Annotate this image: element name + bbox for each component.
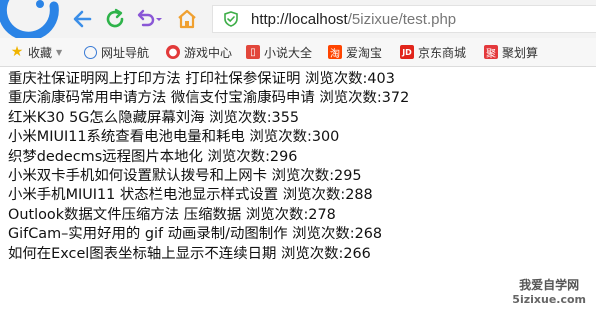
views-label: 浏览次数: xyxy=(207,148,270,165)
article-title: 重庆渝康码常用申请方法 微信支付宝渝康码申请 xyxy=(8,90,315,107)
views-count: 278 xyxy=(308,206,336,223)
bookmark-favorites[interactable]: ★ 收藏 ▼ xyxy=(10,43,62,61)
back-arrow-icon[interactable] xyxy=(70,7,94,31)
article-title: 小米手机MIUI11 状态栏电池显示样式设置 xyxy=(8,187,279,204)
browser-toolbar: http://localhost/5izixue/test.php xyxy=(0,0,596,41)
taobao-icon: 淘 xyxy=(328,45,342,60)
views-count: 355 xyxy=(271,109,300,126)
bookmark-web-nav[interactable]: 网址导航 xyxy=(84,43,149,61)
undo-close-tab-icon[interactable] xyxy=(134,7,164,31)
article-title: 红米K30 5G怎么隐藏屏幕刘海 xyxy=(8,109,205,126)
views-label: 浏览次数: xyxy=(249,129,312,146)
views-label: 浏览次数: xyxy=(271,168,335,185)
views-count: 288 xyxy=(345,187,373,204)
bookmark-taobao[interactable]: 淘 爱淘宝 xyxy=(328,43,382,61)
article-line: 红米K30 5G怎么隐藏屏幕刘海 浏览次数:355 xyxy=(8,109,409,128)
article-title: 重庆社保证明网上打印方法 打印社保参保证明 xyxy=(8,71,301,87)
views-label: 浏览次数: xyxy=(209,109,272,126)
watermark-domain: 5izixue.com xyxy=(512,293,586,306)
globe-icon xyxy=(84,45,97,59)
url-text[interactable]: http://localhost/5izixue/test.php xyxy=(251,11,456,28)
article-title: GifCam–实用好用的 gif 动画录制/动图制作 xyxy=(8,226,288,243)
bookmark-label: 小说大全 xyxy=(264,45,313,60)
views-count: 266 xyxy=(343,245,371,262)
bookmark-label: 京东商城 xyxy=(418,45,467,60)
article-title: 小米MIUI11系统查看电池电量和耗电 xyxy=(8,129,245,146)
views-count: 372 xyxy=(381,90,410,107)
article-line: 如何在Excel图表坐标轴上显示不连续日期 浏览次数:266 xyxy=(8,245,409,264)
views-label: 浏览次数: xyxy=(245,206,309,223)
article-line: 小米MIUI11系统查看电池电量和耗电 浏览次数:300 xyxy=(8,128,409,147)
article-line: GifCam–实用好用的 gif 动画录制/动图制作 浏览次数:268 xyxy=(8,225,409,244)
site-watermark: 我爱自学网 5izixue.com xyxy=(512,278,586,307)
juhuasuan-icon: 聚 xyxy=(484,45,498,60)
views-label: 浏览次数: xyxy=(280,245,344,262)
watermark-title: 我爱自学网 xyxy=(519,278,580,292)
bookmark-label: 收藏 xyxy=(28,45,53,60)
chevron-down-icon: ▼ xyxy=(56,47,63,57)
refresh-icon[interactable] xyxy=(103,7,127,31)
address-bar[interactable]: http://localhost/5izixue/test.php xyxy=(212,5,596,33)
views-count: 295 xyxy=(334,168,362,185)
jd-icon: JD xyxy=(400,45,414,59)
views-label: 浏览次数: xyxy=(319,90,382,107)
article-line: Outlook数据文件压缩方法 压缩数据 浏览次数:278 xyxy=(8,206,409,225)
article-line: 小米双卡手机如何设置默认拨号和上网卡 浏览次数:295 xyxy=(8,167,409,186)
star-icon: ★ xyxy=(10,44,24,60)
views-label: 浏览次数: xyxy=(304,71,368,87)
article-line: 重庆渝康码常用申请方法 微信支付宝渝康码申请 浏览次数:372 xyxy=(8,89,409,108)
game-icon: ● xyxy=(166,45,180,59)
article-title: 织梦dedecms远程图片本地化 xyxy=(8,148,203,165)
secure-shield-icon xyxy=(223,11,239,27)
article-line: 小米手机MIUI11 状态栏电池显示样式设置 浏览次数:288 xyxy=(8,186,409,205)
book-icon: ▯ xyxy=(246,45,260,59)
article-title: Outlook数据文件压缩方法 压缩数据 xyxy=(8,206,242,223)
home-icon[interactable] xyxy=(175,7,199,31)
bookmark-label: 游戏中心 xyxy=(184,45,233,60)
url-host: http://localhost xyxy=(251,11,348,28)
bookmarks-bar: ★ 收藏 ▼ 网址导航 ● 游戏中心 ▯ 小说大全 淘 爱淘宝 JD 京东商城 … xyxy=(0,38,596,67)
views-label: 浏览次数: xyxy=(282,187,346,204)
views-count: 296 xyxy=(269,148,298,165)
bookmark-juhuasuan[interactable]: 聚 聚划算 xyxy=(484,43,538,61)
views-label: 浏览次数: xyxy=(292,226,355,243)
views-count: 403 xyxy=(367,71,395,87)
bookmark-game-center[interactable]: ● 游戏中心 xyxy=(166,43,232,61)
bookmark-label: 爱淘宝 xyxy=(346,45,383,60)
article-title: 如何在Excel图表坐标轴上显示不连续日期 xyxy=(8,245,277,262)
bookmark-novels[interactable]: ▯ 小说大全 xyxy=(246,43,312,61)
bookmark-label: 聚划算 xyxy=(502,45,539,60)
bookmark-label: 网址导航 xyxy=(101,45,150,60)
views-count: 268 xyxy=(354,226,383,243)
article-list: 重庆社保证明网上打印方法 打印社保参保证明 浏览次数:403 重庆渝康码常用申请… xyxy=(8,70,409,264)
article-title: 小米双卡手机如何设置默认拨号和上网卡 xyxy=(8,168,268,185)
url-path: /5izixue/test.php xyxy=(347,11,457,28)
views-count: 300 xyxy=(311,129,340,146)
article-line: 重庆社保证明网上打印方法 打印社保参保证明 浏览次数:403 xyxy=(8,70,409,89)
browser-logo-icon xyxy=(0,0,62,41)
article-line: 织梦dedecms远程图片本地化 浏览次数:296 xyxy=(8,148,409,167)
bookmark-jd[interactable]: JD 京东商城 xyxy=(400,43,466,61)
